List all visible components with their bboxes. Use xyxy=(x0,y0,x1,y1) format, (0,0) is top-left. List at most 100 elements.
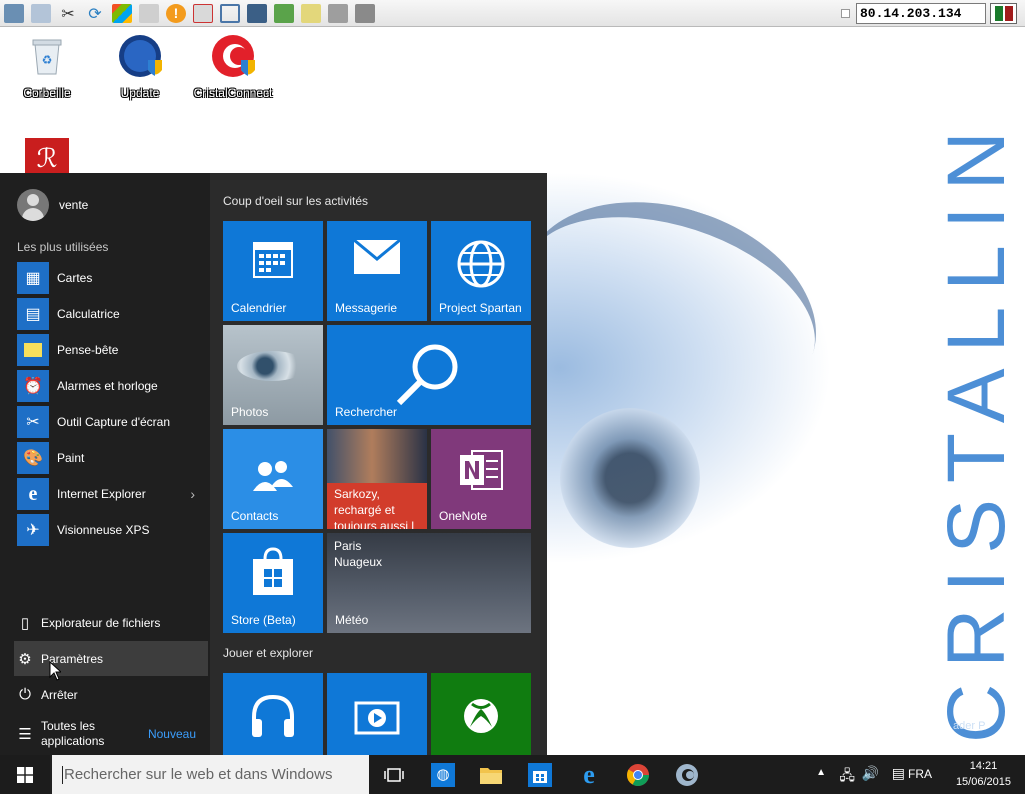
screen-icon[interactable] xyxy=(247,4,267,23)
app-label: Outil Capture d'écran xyxy=(57,415,171,429)
chrome-icon xyxy=(627,763,649,786)
mouse-cursor-icon xyxy=(49,661,61,681)
tile-label: Rechercher xyxy=(335,405,398,419)
store-icon xyxy=(528,762,552,787)
windows-icon[interactable] xyxy=(31,4,51,23)
tile-meteo[interactable]: Paris Nuageux Météo xyxy=(327,533,531,633)
system-item-label: Toutes les applications xyxy=(41,719,105,748)
chevron-up-icon[interactable]: ▲ xyxy=(816,767,826,778)
app-label: Alarmes et horloge xyxy=(57,379,158,393)
cristal-connect-icon xyxy=(211,34,255,78)
app-label: Pense-bête xyxy=(57,343,119,357)
photo-eye-image xyxy=(237,351,307,381)
windows-flag-icon[interactable] xyxy=(112,4,132,23)
fullscreen-icon[interactable] xyxy=(220,4,240,23)
clock[interactable]: 14:21 15/06/2015 xyxy=(956,758,1011,790)
taskbar-cristalconnect[interactable] xyxy=(665,759,709,790)
people-icon xyxy=(223,459,323,498)
svg-text:♻: ♻ xyxy=(42,53,53,67)
refresh-icon[interactable]: ⟳ xyxy=(85,4,105,23)
tile-news[interactable]: Sarkozy, rechargé et toujours aussi l xyxy=(327,429,427,529)
wallpaper-partial-text: ader P xyxy=(953,720,986,732)
network-icon[interactable]: 🖧 xyxy=(839,765,855,789)
app-alarmes[interactable]: ⏰ Alarmes et horloge xyxy=(17,370,207,402)
app-paint[interactable]: 🎨 Paint xyxy=(17,442,207,474)
scale-icon[interactable] xyxy=(328,4,348,23)
tile-video[interactable] xyxy=(327,673,427,755)
language-indicator[interactable]: FRA xyxy=(908,767,932,781)
tile-rechercher[interactable]: Rechercher xyxy=(327,325,531,425)
taskbar-file-explorer[interactable] xyxy=(469,759,513,790)
download-icon[interactable] xyxy=(274,4,294,23)
app-internet-explorer[interactable]: e Internet Explorer › xyxy=(17,478,207,510)
chevron-right-icon[interactable]: › xyxy=(190,486,195,502)
clock-date: 15/06/2015 xyxy=(955,776,1011,788)
tile-label: Messagerie xyxy=(335,301,398,315)
tools-icon[interactable]: ✂ xyxy=(58,4,78,23)
monitor-icon[interactable] xyxy=(4,4,24,23)
tile-label: Project Spartan xyxy=(439,301,522,315)
desktop-icon-adobe-reader[interactable]: ℛ xyxy=(2,138,92,178)
globe-shield-icon xyxy=(118,34,162,78)
disconnect-icon[interactable] xyxy=(193,4,213,23)
tile-store[interactable]: Store (Beta) xyxy=(223,533,323,633)
text-caret xyxy=(62,766,63,785)
system-item-label: Explorateur de fichiers xyxy=(41,615,161,630)
app-calculatrice[interactable]: ▤ Calculatrice xyxy=(17,298,207,330)
system-item-all-apps[interactable]: ☰ Toutes les applications Nouveau xyxy=(14,716,208,752)
network-globe-icon: ◍ xyxy=(431,762,455,787)
app-capture[interactable]: ✂ Outil Capture d'écran xyxy=(17,406,207,438)
system-item-file-explorer[interactable]: ▯ Explorateur de fichiers xyxy=(14,605,208,640)
desktop-icon-cristalconnect[interactable]: CristalConnect xyxy=(188,34,278,100)
taskbar-internet-explorer[interactable]: e xyxy=(567,759,611,790)
volume-icon[interactable]: 🔊 xyxy=(862,765,879,782)
system-item-label: Arrêter xyxy=(41,687,78,702)
file-explorer-icon: ▯ xyxy=(20,614,30,632)
system-item-settings[interactable]: ⚙ Paramètres xyxy=(14,641,208,676)
news-headline: Sarkozy, rechargé et toujours aussi l xyxy=(334,487,415,529)
notification-icon[interactable]: ▤ xyxy=(892,765,905,782)
settings-gear-icon: ⚙ xyxy=(18,650,32,668)
user-account[interactable]: vente xyxy=(17,189,88,221)
mail-icon xyxy=(327,238,427,280)
taskbar-search-box[interactable]: Rechercher sur le web et dans Windows xyxy=(50,755,369,794)
app-visionneuse-xps[interactable]: ✈ Visionneuse XPS xyxy=(17,514,207,546)
desktop-icon-update[interactable]: Update xyxy=(95,34,185,100)
tile-label: Calendrier xyxy=(231,301,287,315)
alert-icon[interactable]: ! xyxy=(166,4,186,23)
app-pense-bete[interactable]: Pense-bête xyxy=(17,334,207,366)
option-checkbox[interactable] xyxy=(841,9,850,18)
taskbar-chrome[interactable] xyxy=(616,759,660,790)
desktop-icon-label: Corbeille xyxy=(23,86,71,100)
tile-calendrier[interactable]: Calendrier xyxy=(223,221,323,321)
tile-music[interactable] xyxy=(223,673,323,755)
tile-messagerie[interactable]: Messagerie xyxy=(327,221,427,321)
windows-logo-icon xyxy=(17,767,33,783)
tile-project-spartan[interactable]: Project Spartan xyxy=(431,221,531,321)
avatar xyxy=(17,189,49,221)
desktop-icon-recycle-bin[interactable]: ♻ Corbeille xyxy=(2,34,92,100)
start-button[interactable] xyxy=(0,755,50,794)
tile-label: Photos xyxy=(231,405,269,419)
clipboard-icon[interactable] xyxy=(301,4,321,23)
tile-photos[interactable]: Photos xyxy=(223,325,323,425)
window-switch-icon[interactable] xyxy=(355,4,375,23)
taskbar-store[interactable] xyxy=(518,759,562,790)
weather-city: Paris xyxy=(334,539,362,553)
file-explorer-icon xyxy=(480,767,502,784)
internet-explorer-icon: e xyxy=(583,759,595,789)
app-label: Calculatrice xyxy=(57,307,120,321)
tile-label: Contacts xyxy=(231,509,279,523)
tile-contacts[interactable]: Contacts xyxy=(223,429,323,529)
task-view-button[interactable] xyxy=(372,759,416,790)
tile-onenote[interactable]: OneNote xyxy=(431,429,531,529)
keyboard-icon[interactable] xyxy=(139,4,159,23)
all-apps-icon: ☰ xyxy=(18,726,32,743)
tile-label: Météo xyxy=(335,613,369,627)
system-item-power[interactable]: ⏻ Arrêter xyxy=(14,677,208,712)
ip-address-field[interactable]: 80.14.203.134 xyxy=(856,3,986,24)
taskbar: Rechercher sur le web et dans Windows ◍ … xyxy=(0,755,1025,794)
taskbar-network-app[interactable]: ◍ xyxy=(421,759,465,790)
tile-xbox[interactable] xyxy=(431,673,531,755)
app-cartes[interactable]: ▦ Cartes xyxy=(17,262,207,294)
